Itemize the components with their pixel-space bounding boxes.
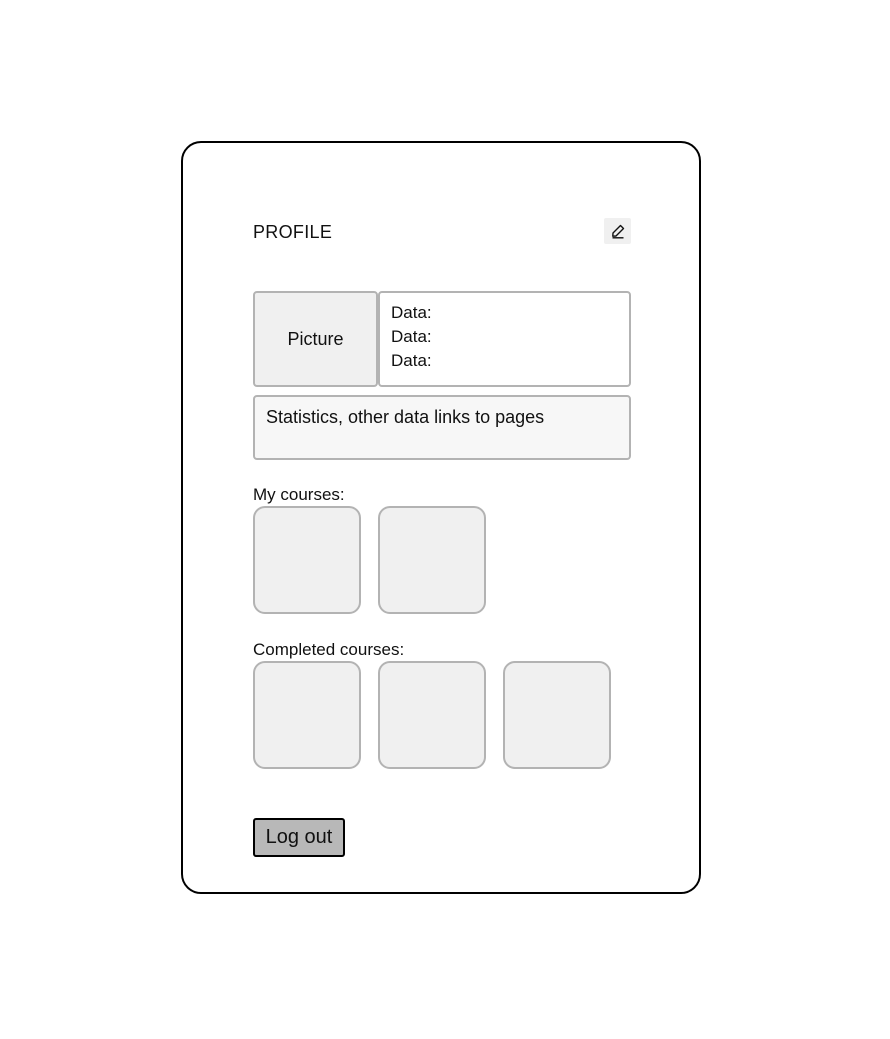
my-course-card[interactable] bbox=[253, 506, 361, 614]
pencil-icon bbox=[610, 223, 626, 239]
completed-courses-label: Completed courses: bbox=[253, 640, 405, 659]
page-title: PROFILE bbox=[253, 222, 333, 242]
profile-data-box: Data: Data: Data: bbox=[378, 291, 631, 387]
edit-profile-button[interactable] bbox=[604, 218, 631, 244]
data-line: Data: bbox=[391, 327, 432, 346]
completed-course-card[interactable] bbox=[253, 661, 361, 769]
profile-picture: Picture bbox=[253, 291, 378, 387]
picture-label: Picture bbox=[287, 328, 344, 349]
statistics-box[interactable]: Statistics, other data links to pages bbox=[253, 395, 631, 460]
completed-course-card[interactable] bbox=[378, 661, 486, 769]
my-courses-label: My courses: bbox=[253, 485, 345, 504]
my-course-card[interactable] bbox=[378, 506, 486, 614]
data-line: Data: bbox=[391, 351, 432, 370]
data-line: Data: bbox=[391, 303, 432, 322]
logout-button[interactable]: Log out bbox=[253, 818, 345, 857]
statistics-text: Statistics, other data links to pages bbox=[266, 407, 545, 427]
completed-course-card[interactable] bbox=[503, 661, 611, 769]
